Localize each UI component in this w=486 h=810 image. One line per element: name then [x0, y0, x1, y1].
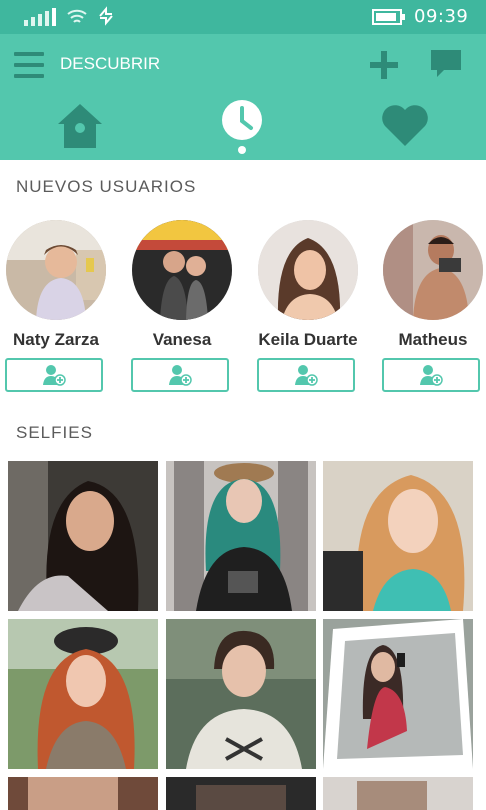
add-user-icon [43, 365, 66, 386]
avatar[interactable] [258, 220, 358, 320]
selfie-photo[interactable] [166, 619, 316, 769]
selfie-photo[interactable] [166, 461, 316, 611]
wifi-icon [67, 9, 87, 23]
chat-icon[interactable] [428, 46, 464, 82]
follow-button[interactable] [257, 358, 355, 392]
avatar[interactable] [383, 220, 483, 320]
selfie-photo[interactable] [166, 777, 316, 810]
selfie-photo[interactable] [8, 461, 158, 611]
add-user-icon [295, 365, 318, 386]
selfie-photo[interactable] [8, 777, 158, 810]
signal-strength-icon [24, 8, 56, 26]
avatar[interactable] [6, 220, 106, 320]
add-user-icon [420, 365, 443, 386]
status-bar: 09:39 [0, 0, 486, 34]
user-card[interactable]: Matheus [382, 220, 484, 392]
user-name: Keila Duarte [258, 330, 358, 349]
battery-icon [372, 9, 405, 25]
page-title: DESCUBRIR [60, 54, 161, 73]
hamburger-menu-icon[interactable] [14, 52, 46, 78]
add-user-icon [169, 365, 192, 386]
user-name: Matheus [398, 330, 468, 349]
avatar[interactable] [132, 220, 232, 320]
follow-button[interactable] [5, 358, 103, 392]
data-connection-icon [99, 6, 113, 26]
tab-home-icon[interactable] [50, 96, 110, 156]
selfie-photo[interactable] [323, 619, 473, 769]
user-card[interactable]: Keila Duarte [257, 220, 359, 392]
status-time: 09:39 [414, 6, 469, 27]
user-name: Vanesa [152, 330, 212, 349]
selfie-photo[interactable] [8, 619, 158, 769]
selfie-photo[interactable] [323, 461, 473, 611]
tab-recent-clock-icon[interactable] [212, 96, 272, 156]
section-title-selfies: SELFIES [16, 423, 93, 442]
user-name: Naty Zarza [13, 330, 99, 349]
follow-button[interactable] [131, 358, 229, 392]
follow-button[interactable] [382, 358, 480, 392]
app-bar: DESCUBRIR [0, 34, 486, 160]
selfie-photo[interactable] [323, 777, 473, 810]
tab-favorites-heart-icon[interactable] [375, 96, 435, 156]
section-title-new-users: NUEVOS USUARIOS [16, 177, 197, 196]
user-card[interactable]: Vanesa [131, 220, 233, 392]
add-icon[interactable] [367, 48, 401, 82]
user-card[interactable]: Naty Zarza [5, 220, 107, 392]
